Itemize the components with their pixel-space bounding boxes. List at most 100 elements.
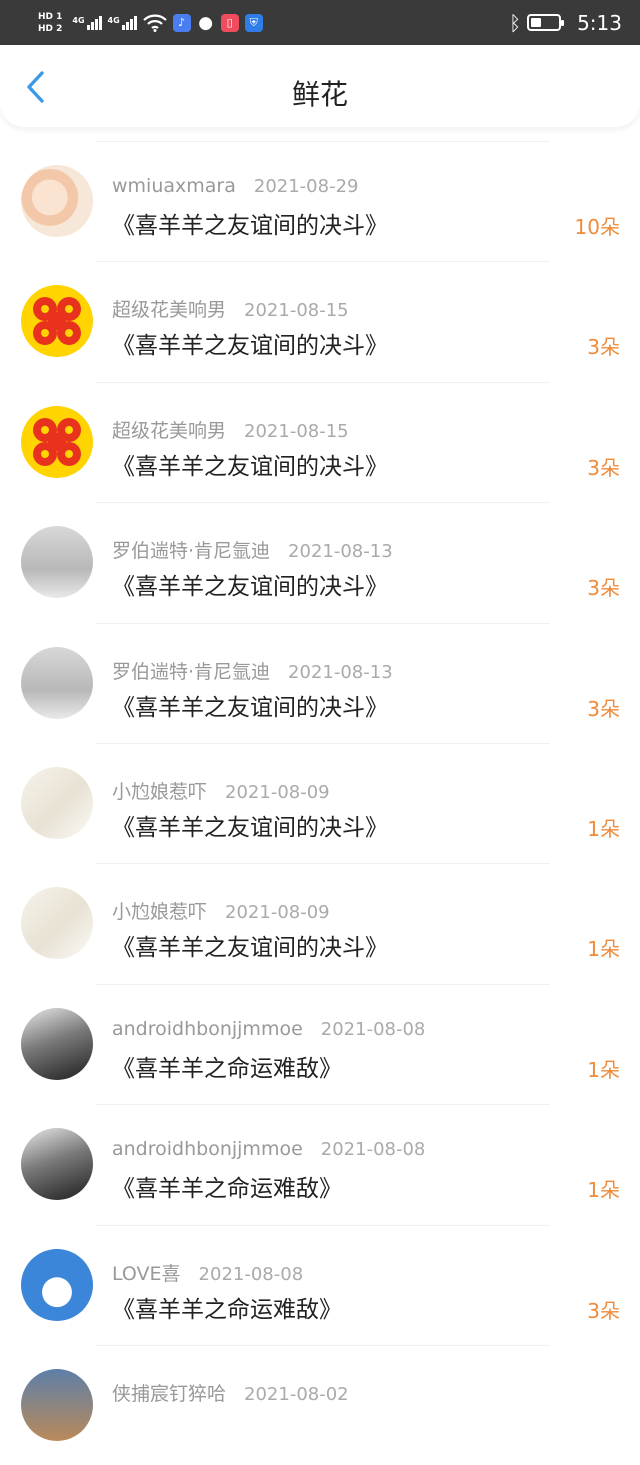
- gift-date: 2021-08-09: [225, 902, 330, 924]
- item-meta: 侠捕宸钉猝哈 2021-08-02: [112, 1379, 349, 1406]
- list-item[interactable]: androidhbonjjmmoe 2021-08-08 《喜羊羊之命运难敌》 …: [0, 985, 640, 1104]
- item-meta: 小尥娘惹吓 2021-08-09: [112, 777, 330, 804]
- gift-date: 2021-08-02: [244, 1383, 349, 1405]
- shield-app-icon: ⛨: [244, 13, 263, 32]
- flower-gift-list: wmiuaxmara 2021-08-29 《喜羊羊之友谊间的决斗》 10朵 超…: [0, 141, 640, 1465]
- list-item[interactable]: 超级花美响男 2021-08-15 《喜羊羊之友谊间的决斗》 3朵: [0, 383, 640, 502]
- status-right: ᛒ 5:13: [509, 11, 622, 35]
- bluetooth-icon: ᛒ: [509, 10, 522, 35]
- page-title: 鲜花: [291, 78, 348, 111]
- user-name: 罗伯遄特·肯尼氩迪: [112, 660, 271, 683]
- avatar[interactable]: [21, 1248, 93, 1321]
- network-type-2: 4G: [107, 15, 120, 25]
- item-meta: wmiuaxmara 2021-08-29: [112, 175, 358, 197]
- avatar[interactable]: [21, 887, 93, 960]
- list-item[interactable]: LOVE喜 2021-08-08 《喜羊羊之命运难敌》 3朵: [0, 1226, 640, 1345]
- user-name: 超级花美响男: [112, 419, 227, 442]
- flower-count: 1朵: [587, 816, 620, 841]
- item-meta: 超级花美响男 2021-08-15: [112, 416, 349, 443]
- avatar[interactable]: [21, 766, 93, 839]
- gift-date: 2021-08-15: [244, 300, 349, 322]
- list-item[interactable]: 小尥娘惹吓 2021-08-09 《喜羊羊之友谊间的决斗》 1朵: [0, 864, 640, 983]
- item-meta: 小尥娘惹吓 2021-08-09: [112, 897, 330, 924]
- list-item[interactable]: androidhbonjjmmoe 2021-08-08 《喜羊羊之命运难敌》 …: [0, 1105, 640, 1224]
- user-name: 小尥娘惹吓: [112, 780, 208, 803]
- gift-date: 2021-08-13: [288, 541, 393, 563]
- signal-icon: 4G: [72, 15, 102, 30]
- flower-count: 3朵: [587, 1298, 620, 1323]
- book-title: 《喜羊羊之友谊间的决斗》: [112, 574, 388, 601]
- flower-count: 1朵: [587, 1057, 620, 1082]
- music-app-icon: ♪: [172, 13, 191, 32]
- red-flower-pattern-icon: [33, 297, 81, 346]
- user-name: wmiuaxmara: [112, 175, 236, 197]
- user-name: androidhbonjjmmoe: [112, 1138, 303, 1161]
- book-title: 《喜羊羊之命运难敌》: [112, 1055, 342, 1082]
- red-flower-pattern-icon: [33, 417, 81, 466]
- sim1-indicator: HD 1: [38, 12, 62, 22]
- flower-count: 3朵: [587, 576, 620, 601]
- status-left: HD 1 HD 2 4G 4G ♪ ● ▯ ⛨: [38, 12, 263, 34]
- clock: 5:13: [577, 10, 622, 35]
- network-type-1: 4G: [72, 15, 85, 25]
- flower-count: 1朵: [587, 1178, 620, 1203]
- item-meta: 罗伯遄特·肯尼氩迪 2021-08-13: [112, 536, 393, 563]
- sim-indicators: HD 1 HD 2: [38, 12, 62, 34]
- flower-count: 1朵: [587, 937, 620, 962]
- book-title: 《喜羊羊之友谊间的决斗》: [112, 213, 388, 239]
- avatar[interactable]: [21, 526, 93, 599]
- avatar[interactable]: [21, 405, 93, 478]
- signal-icon-2: 4G: [107, 15, 137, 30]
- book-title: 《喜羊羊之友谊间的决斗》: [112, 453, 388, 480]
- sim2-label: HD 2: [38, 23, 63, 34]
- item-meta: androidhbonjjmmoe 2021-08-08: [112, 1018, 425, 1040]
- gift-date: 2021-08-29: [253, 176, 359, 197]
- flower-count: 3朵: [587, 335, 620, 360]
- gift-date: 2021-08-08: [320, 1139, 426, 1161]
- book-title: 《喜羊羊之友谊间的决斗》: [112, 333, 388, 360]
- sim2-indicator: HD 2: [38, 24, 62, 34]
- user-name: 侠捕宸钉猝哈: [112, 1382, 227, 1405]
- avatar[interactable]: [21, 646, 93, 719]
- list-item[interactable]: 侠捕宸钉猝哈 2021-08-02: [0, 1346, 640, 1465]
- gift-date: 2021-08-09: [225, 781, 330, 803]
- wifi-icon: [142, 14, 167, 32]
- status-bar: HD 1 HD 2 4G 4G ♪ ● ▯ ⛨ ᛒ 5:13: [0, 0, 640, 45]
- book-title: 《喜羊羊之友谊间的决斗》: [112, 935, 388, 962]
- book-app-icon: ▯: [220, 13, 239, 32]
- user-name: LOVE喜: [112, 1262, 181, 1285]
- user-name: androidhbonjjmmoe: [112, 1017, 303, 1040]
- avatar[interactable]: [21, 1368, 93, 1441]
- gift-date: 2021-08-15: [244, 420, 349, 442]
- flower-count: 3朵: [587, 455, 620, 480]
- avatar[interactable]: [21, 165, 93, 237]
- item-meta: androidhbonjjmmoe 2021-08-08: [112, 1138, 425, 1160]
- sim1-label: HD 1: [38, 11, 63, 22]
- item-meta: 罗伯遄特·肯尼氩迪 2021-08-13: [112, 657, 393, 684]
- avatar[interactable]: [21, 285, 93, 358]
- user-name: 小尥娘惹吓: [112, 901, 208, 924]
- list-item[interactable]: 罗伯遄特·肯尼氩迪 2021-08-13 《喜羊羊之友谊间的决斗》 3朵: [0, 624, 640, 743]
- list-item[interactable]: 超级花美响男 2021-08-15 《喜羊羊之友谊间的决斗》 3朵: [0, 262, 640, 381]
- chat-bubble-icon: ●: [198, 12, 214, 33]
- battery-icon: [527, 14, 565, 31]
- item-meta: LOVE喜 2021-08-08: [112, 1259, 303, 1286]
- book-title: 《喜羊羊之友谊间的决斗》: [112, 814, 388, 841]
- book-title: 《喜羊羊之友谊间的决斗》: [112, 694, 388, 721]
- top-bar: 鲜花: [0, 45, 640, 127]
- gift-date: 2021-08-13: [288, 661, 393, 683]
- book-title: 《喜羊羊之命运难敌》: [112, 1176, 342, 1203]
- list-item[interactable]: 小尥娘惹吓 2021-08-09 《喜羊羊之友谊间的决斗》 1朵: [0, 744, 640, 863]
- avatar[interactable]: [21, 1007, 93, 1080]
- flower-count: 10朵: [574, 215, 620, 239]
- gift-date: 2021-08-08: [198, 1263, 304, 1285]
- avatar[interactable]: [21, 1128, 93, 1201]
- user-name: 超级花美响男: [112, 299, 227, 322]
- flower-count: 3朵: [587, 696, 620, 721]
- list-item[interactable]: 罗伯遄特·肯尼氩迪 2021-08-13 《喜羊羊之友谊间的决斗》 3朵: [0, 503, 640, 622]
- user-name: 罗伯遄特·肯尼氩迪: [112, 540, 271, 563]
- item-meta: 超级花美响男 2021-08-15: [112, 295, 349, 322]
- list-item[interactable]: wmiuaxmara 2021-08-29 《喜羊羊之友谊间的决斗》 10朵: [0, 142, 640, 261]
- gift-date: 2021-08-08: [320, 1018, 426, 1040]
- book-title: 《喜羊羊之命运难敌》: [112, 1296, 342, 1323]
